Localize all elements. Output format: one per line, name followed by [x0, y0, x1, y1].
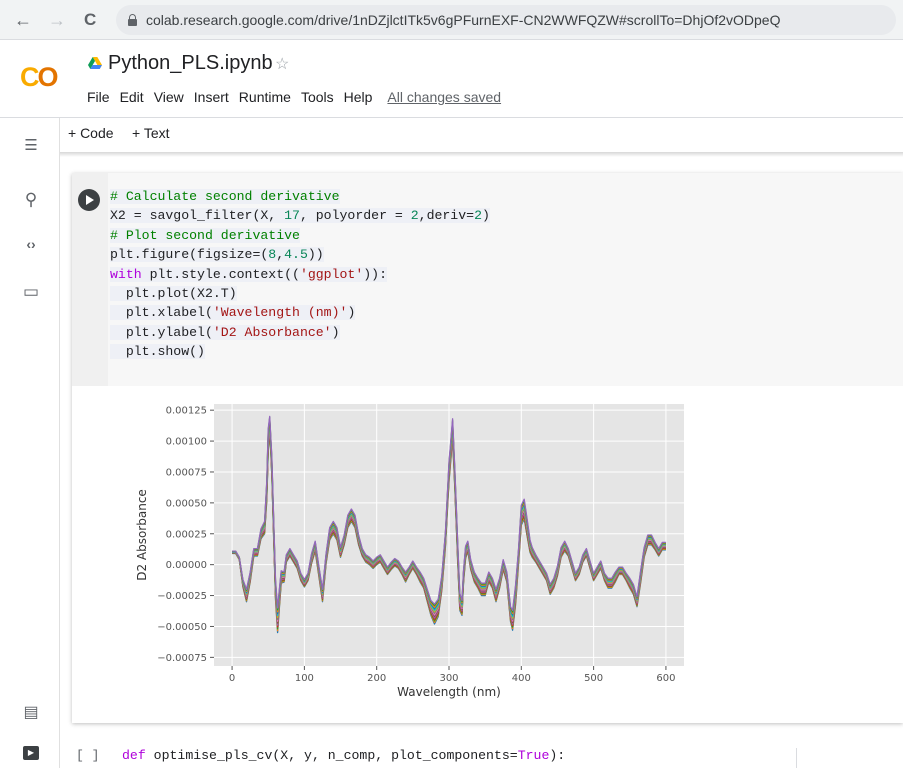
- code-token: 'ggplot': [299, 266, 364, 282]
- code-token: plt.ylabel(: [110, 324, 213, 340]
- toolbar-shadow: [60, 152, 903, 157]
- lock-icon: [128, 14, 137, 26]
- code-token: plt.plot(X2.T): [110, 285, 237, 301]
- x-axis-label: Wavelength (nm): [397, 685, 501, 699]
- code-cell[interactable]: # Calculate second derivative X2 = savgol…: [72, 173, 903, 723]
- x-tick-label: 0: [229, 673, 235, 684]
- code-token: plt.xlabel(: [110, 305, 213, 321]
- menu-help[interactable]: Help: [339, 89, 378, 109]
- y-axis-label: D2 Absorbance: [135, 489, 149, 581]
- add-code-button[interactable]: + Code: [68, 125, 114, 141]
- next-code-cell[interactable]: [ ] def optimise_pls_cv(X, y, n_comp, pl…: [72, 748, 903, 768]
- colab-logo[interactable]: CO: [20, 62, 59, 93]
- code-line[interactable]: plt.xlabel('Wavelength (nm)'): [108, 303, 490, 322]
- menu-bar: File Edit View Insert Runtime Tools Help…: [82, 89, 501, 109]
- cell-editor[interactable]: # Calculate second derivative X2 = savgol…: [108, 173, 903, 386]
- code-token: , polyorder =: [299, 208, 411, 224]
- y-tick-label: 0.00075: [166, 467, 207, 478]
- forward-icon[interactable]: →: [48, 10, 66, 30]
- y-tick-label: 0.00050: [166, 498, 207, 509]
- menu-runtime[interactable]: Runtime: [234, 89, 296, 109]
- code-line[interactable]: plt.plot(X2.T): [108, 284, 490, 303]
- code-line[interactable]: plt.figure(figsize=(8,4.5)): [108, 245, 490, 264]
- code-token: plt.style.context((: [141, 266, 300, 282]
- menu-edit[interactable]: Edit: [115, 89, 149, 109]
- y-tick-label: 0.00000: [166, 560, 207, 571]
- code-token: ): [331, 324, 340, 340]
- code-token: ,: [276, 247, 285, 263]
- code-token: 4.5: [284, 247, 308, 263]
- browser-toolbar: ← → C colab.research.google.com/drive/1n…: [0, 0, 903, 40]
- back-icon[interactable]: ←: [14, 10, 32, 30]
- y-tick-label: −0.00050: [157, 622, 207, 633]
- left-sidebar: ☰ ⚲ ‹› ▭ ▤ ▶: [0, 118, 60, 768]
- code-token: # Plot second derivative: [110, 227, 300, 243]
- code-token: X2 = savgol_filter(X,: [110, 208, 285, 224]
- code-lines[interactable]: # Calculate second derivative X2 = savgol…: [108, 187, 490, 362]
- files-icon[interactable]: ▭: [22, 282, 40, 301]
- code-token: def: [122, 748, 146, 763]
- notebook-title[interactable]: Python_PLS.ipynb: [108, 52, 273, 75]
- y-tick-label: 0.00125: [166, 406, 207, 417]
- menu-view[interactable]: View: [149, 89, 189, 109]
- add-text-button[interactable]: + Text: [132, 125, 170, 141]
- y-tick-label: −0.00025: [157, 591, 207, 602]
- code-token: # Calculate second derivative: [110, 189, 340, 204]
- run-cell-button[interactable]: [78, 189, 100, 211]
- cell-output: −0.00075 −0.00050 −0.00025 0.00000 0.00025 0.…: [72, 386, 903, 723]
- code-token: )): [307, 247, 324, 263]
- cell-execution-count[interactable]: [ ]: [76, 748, 99, 763]
- code-line[interactable]: X2 = savgol_filter(X, 17, polyorder = 2,…: [108, 206, 490, 225]
- code-line[interactable]: # Calculate second derivative: [108, 187, 490, 206]
- code-token: ):: [549, 748, 566, 763]
- code-token: 2: [410, 208, 419, 224]
- code-token: 'D2 Absorbance': [212, 324, 332, 340]
- code-token: ,deriv=: [418, 208, 475, 224]
- y-tick-label: 0.00100: [166, 437, 207, 448]
- y-tick-label: 0.00025: [166, 529, 207, 540]
- reload-icon[interactable]: C: [84, 10, 96, 30]
- x-tick-label: 400: [512, 673, 531, 684]
- y-tick-label: −0.00075: [157, 653, 207, 664]
- menu-insert[interactable]: Insert: [189, 89, 234, 109]
- code-line[interactable]: with plt.style.context(('ggplot')):: [108, 265, 490, 284]
- url-text[interactable]: colab.research.google.com/drive/1nDZjlct…: [146, 12, 780, 28]
- code-token: plt.figure(figsize=(: [110, 247, 269, 263]
- code-token: 8: [268, 247, 277, 263]
- code-snippets-icon[interactable]: ‹›: [22, 236, 40, 254]
- x-tick-label: 600: [656, 673, 675, 684]
- code-token: ): [347, 305, 356, 321]
- google-drive-icon[interactable]: [88, 57, 102, 70]
- menu-tools[interactable]: Tools: [296, 89, 339, 109]
- menu-file[interactable]: File: [82, 89, 115, 109]
- table-of-contents-icon[interactable]: ☰: [22, 136, 40, 154]
- d2-absorbance-chart: −0.00075 −0.00050 −0.00025 0.00000 0.00025 0.…: [135, 404, 684, 699]
- code-line[interactable]: plt.show(): [108, 342, 490, 361]
- x-tick-label: 500: [584, 673, 603, 684]
- code-token: with: [110, 266, 142, 282]
- address-bar[interactable]: colab.research.google.com/drive/1nDZjlct…: [116, 5, 896, 35]
- x-tick-label: 200: [367, 673, 386, 684]
- code-token: True: [517, 748, 550, 763]
- code-token: 17: [284, 208, 300, 224]
- terminal-icon[interactable]: ▶: [23, 746, 39, 760]
- code-token: optimise_pls_cv(X, y, n_comp, plot_compo…: [145, 748, 518, 763]
- code-token: plt.show(): [110, 344, 205, 360]
- x-tick-label: 100: [295, 673, 314, 684]
- code-token: 'Wavelength (nm)': [212, 305, 348, 321]
- notebook-toolbar: + Code + Text: [60, 118, 903, 152]
- star-icon[interactable]: ☆: [275, 54, 289, 74]
- code-line[interactable]: # Plot second derivative: [108, 226, 490, 245]
- scratch-code-icon[interactable]: ▤: [22, 702, 40, 721]
- search-icon[interactable]: ⚲: [22, 190, 40, 209]
- x-tick-label: 300: [439, 673, 458, 684]
- code-token: ): [481, 208, 490, 224]
- next-cell-code[interactable]: def optimise_pls_cv(X, y, n_comp, plot_c…: [122, 748, 565, 763]
- code-token: )):: [363, 266, 387, 282]
- save-status[interactable]: All changes saved: [377, 89, 501, 109]
- code-line[interactable]: plt.ylabel('D2 Absorbance'): [108, 323, 490, 342]
- cell-gutter: [72, 173, 108, 386]
- code-token: 2: [474, 208, 482, 224]
- ruler-line: [796, 748, 797, 768]
